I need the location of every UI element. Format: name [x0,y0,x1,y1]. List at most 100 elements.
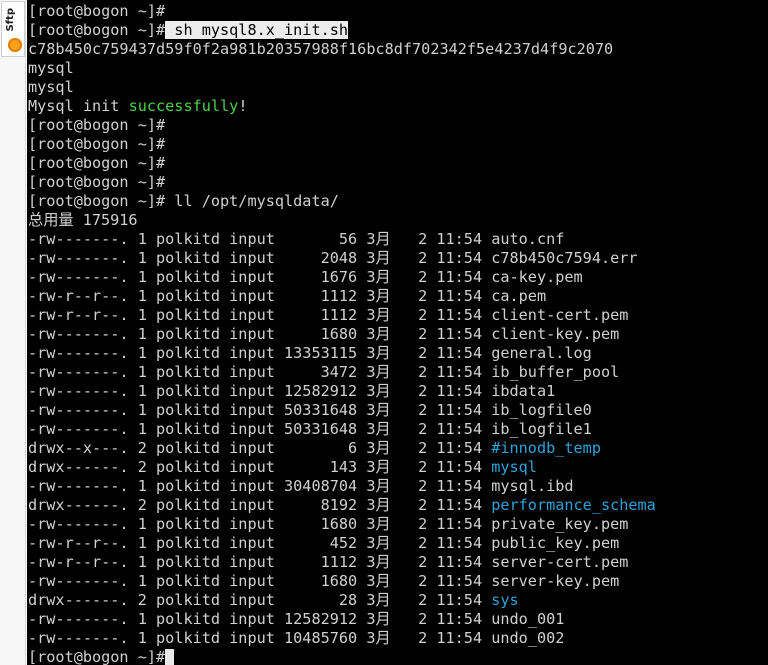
file-meta: -rw-------. 1 polkitd input 1680 3月 2 11… [28,325,492,343]
file-row: -rw-r--r--. 1 polkitd input 452 3月 2 11:… [28,534,656,553]
prompt-line: [root@bogon ~]# [28,116,656,135]
directory-name: mysql [491,458,537,476]
file-row: -rw-------. 1 polkitd input 12582912 3月 … [28,610,656,629]
sftp-label: Sftp [5,8,16,32]
file-row: -rw-r--r--. 1 polkitd input 1112 3月 2 11… [28,287,656,306]
file-name: private_key.pem [491,515,629,533]
file-row: drwx--x---. 2 polkitd input 6 3月 2 11:54… [28,439,656,458]
file-row: drwx------. 2 polkitd input 143 3月 2 11:… [28,458,656,477]
file-row: -rw-------. 1 polkitd input 13353115 3月 … [28,344,656,363]
file-meta: -rw-r--r--. 1 polkitd input 1112 3月 2 11… [28,553,492,571]
file-name: server-cert.pem [491,553,629,571]
file-name: c78b450c7594.err [491,249,638,267]
output-line: mysql [28,78,656,97]
file-meta: -rw-------. 1 polkitd input 50331648 3月 … [28,420,492,438]
file-name: client-cert.pem [491,306,629,324]
prompt: [root@bogon ~]# [28,21,166,39]
file-meta: drwx------. 2 polkitd input 28 3月 2 11:5… [28,591,492,609]
file-meta: -rw-------. 1 polkitd input 1680 3月 2 11… [28,515,492,533]
file-name: ca.pem [491,287,547,305]
file-row: -rw-------. 1 polkitd input 10485760 3月 … [28,629,656,648]
file-meta: -rw-------. 1 polkitd input 3472 3月 2 11… [28,363,492,381]
file-meta: -rw-------. 1 polkitd input 50331648 3月 … [28,401,492,419]
file-row: -rw-------. 1 polkitd input 3472 3月 2 11… [28,363,656,382]
prompt: [root@bogon ~]# [28,173,166,191]
prompt-line: [root@bogon ~]# [28,135,656,154]
file-row: -rw-------. 1 polkitd input 12582912 3月 … [28,382,656,401]
file-meta: -rw-------. 1 polkitd input 1680 3月 2 11… [28,572,492,590]
file-row: drwx------. 2 polkitd input 28 3月 2 11:5… [28,591,656,610]
container-id: c78b450c759437d59f0f2a981b20357988f16bc8… [28,40,614,58]
file-name: auto.cnf [491,230,565,248]
file-row: -rw-------. 1 polkitd input 1680 3月 2 11… [28,325,656,344]
command-text: ll /opt/mysqldata/ [165,192,339,210]
file-name: ca-key.pem [491,268,583,286]
file-meta: drwx------. 2 polkitd input 143 3月 2 11:… [28,458,492,476]
file-meta: -rw-------. 1 polkitd input 30408704 3月 … [28,477,492,495]
file-name: ib_buffer_pool [491,363,620,381]
file-row: -rw-------. 1 polkitd input 56 3月 2 11:5… [28,230,656,249]
file-meta: -rw-r--r--. 1 polkitd input 1112 3月 2 11… [28,287,492,305]
command-line: [root@bogon ~]# ll /opt/mysqldata/ [28,192,656,211]
init-success: successfully [128,97,239,115]
prompt: [root@bogon ~]# [28,116,166,134]
init-suffix: ! [238,97,248,115]
file-meta: -rw-------. 1 polkitd input 56 3月 2 11:5… [28,230,492,248]
file-name: ib_logfile0 [491,401,592,419]
file-meta: -rw-------. 1 polkitd input 13353115 3月 … [28,344,492,362]
terminal-cursor [165,649,175,665]
terminal-output: [root@bogon ~]# [root@bogon ~]# sh mysql… [28,2,656,665]
prompt-line: [root@bogon ~]# [28,2,656,21]
output-line: c78b450c759437d59f0f2a981b20357988f16bc8… [28,40,656,59]
prompt: [root@bogon ~]# [28,648,166,665]
file-row: -rw-r--r--. 1 polkitd input 1112 3月 2 11… [28,306,656,325]
command-line: [root@bogon ~]# sh mysql8.x_init.sh [28,21,656,40]
file-row: -rw-------. 1 polkitd input 30408704 3月 … [28,477,656,496]
file-name: general.log [491,344,592,362]
output-text: mysql [28,59,74,77]
file-name: mysql.ibd [491,477,574,495]
total-size: 总用量 175916 [28,211,138,229]
file-row: -rw-------. 1 polkitd input 50331648 3月 … [28,401,656,420]
file-row: -rw-------. 1 polkitd input 1676 3月 2 11… [28,268,656,287]
terminal-window[interactable]: [root@bogon ~]# [root@bogon ~]# sh mysql… [27,0,768,665]
file-meta: -rw-r--r--. 1 polkitd input 452 3月 2 11:… [28,534,492,552]
file-meta: -rw-------. 1 polkitd input 2048 3月 2 11… [28,249,492,267]
file-row: -rw-r--r--. 1 polkitd input 1112 3月 2 11… [28,553,656,572]
prompt: [root@bogon ~]# [28,2,166,20]
file-row: -rw-------. 1 polkitd input 2048 3月 2 11… [28,249,656,268]
command-text: sh mysql8.x_init.sh [165,21,349,39]
output-text: mysql [28,78,74,96]
file-name: ib_logfile1 [491,420,592,438]
file-row: -rw-------. 1 polkitd input 50331648 3月 … [28,420,656,439]
file-row: -rw-------. 1 polkitd input 1680 3月 2 11… [28,572,656,591]
output-line: 总用量 175916 [28,211,656,230]
file-meta: drwx--x---. 2 polkitd input 6 3月 2 11:54 [28,439,492,457]
sftp-badge-icon [8,38,22,52]
file-row: drwx------. 2 polkitd input 8192 3月 2 11… [28,496,656,515]
file-meta: drwx------. 2 polkitd input 8192 3月 2 11… [28,496,492,514]
prompt: [root@bogon ~]# [28,135,166,153]
directory-name: #innodb_temp [491,439,601,457]
file-name: undo_001 [491,610,565,628]
file-name: ibdata1 [491,382,556,400]
output-line: mysql [28,59,656,78]
prompt-line: [root@bogon ~]# [28,648,656,665]
file-meta: -rw-------. 1 polkitd input 12582912 3月 … [28,382,492,400]
directory-name: sys [491,591,519,609]
sftp-tab[interactable]: Sftp [1,1,25,57]
file-meta: -rw-------. 1 polkitd input 12582912 3月 … [28,610,492,628]
file-row: -rw-------. 1 polkitd input 1680 3月 2 11… [28,515,656,534]
file-name: client-key.pem [491,325,620,343]
file-list: -rw-------. 1 polkitd input 56 3月 2 11:5… [28,230,656,648]
file-meta: -rw-r--r--. 1 polkitd input 1112 3月 2 11… [28,306,492,324]
prompt: [root@bogon ~]# [28,154,166,172]
file-meta: -rw-------. 1 polkitd input 10485760 3月 … [28,629,492,647]
prompt: [root@bogon ~]# [28,192,166,210]
init-prefix: Mysql init [28,97,129,115]
file-name: server-key.pem [491,572,620,590]
directory-name: performance_schema [491,496,656,514]
file-name: public_key.pem [491,534,620,552]
file-name: undo_002 [491,629,565,647]
sidebar: Sftp [0,0,26,665]
